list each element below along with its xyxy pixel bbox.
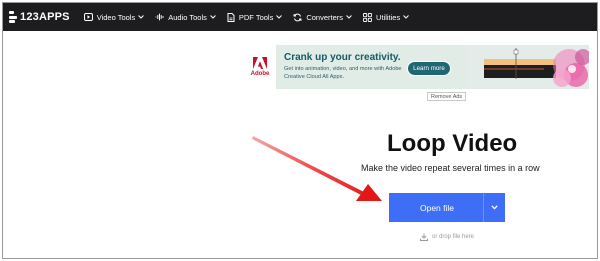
brand-name: 123APPS bbox=[20, 11, 70, 23]
chevron-down-icon bbox=[138, 15, 145, 19]
nav-item-label: PDF Tools bbox=[238, 12, 274, 22]
ad-headline: Crank up your creativity. bbox=[284, 52, 401, 63]
ad-learn-more-button[interactable]: Learn more bbox=[407, 61, 451, 76]
video-icon bbox=[83, 13, 93, 21]
open-file-options-toggle[interactable] bbox=[483, 193, 505, 222]
page-subtitle: Make the video repeat several times in a… bbox=[361, 163, 540, 173]
nav-item-label: Audio Tools bbox=[168, 12, 207, 22]
ad-artwork-image bbox=[466, 45, 589, 89]
nav-item-converters[interactable]: Converters bbox=[293, 13, 352, 22]
app-window: 123APPS Video Tools Audio Tools PDF Tool… bbox=[2, 2, 598, 259]
nav-item-label: Utilities bbox=[376, 12, 401, 22]
chevron-down-icon bbox=[210, 15, 216, 19]
chevron-down-icon bbox=[403, 15, 410, 19]
nav-item-label: Converters bbox=[306, 12, 344, 22]
utilities-icon bbox=[363, 12, 372, 22]
chevron-down-icon bbox=[491, 205, 498, 210]
nav-item-utilities[interactable]: Utilities bbox=[363, 12, 410, 22]
page-title: Loop Video bbox=[387, 130, 518, 157]
nav-item-video-tools[interactable]: Video Tools bbox=[83, 12, 145, 22]
pdf-icon bbox=[227, 12, 235, 22]
ad-banner[interactable]: Adobe Crank up your creativity. Get into… bbox=[244, 45, 589, 89]
drop-zone-hint[interactable]: or drop file here bbox=[420, 233, 474, 241]
audio-wave-icon bbox=[155, 13, 164, 21]
brand-logo[interactable]: 123APPS bbox=[9, 11, 70, 23]
top-navigation-bar: 123APPS Video Tools Audio Tools PDF Tool… bbox=[3, 3, 597, 31]
remove-ads-button[interactable]: Remove Ads bbox=[427, 92, 467, 101]
ad-brand-label: Adobe bbox=[250, 71, 270, 77]
convert-icon bbox=[293, 13, 302, 21]
chevron-down-icon bbox=[276, 15, 283, 19]
chevron-down-icon bbox=[346, 15, 352, 19]
open-file-button[interactable]: Open file bbox=[389, 193, 505, 222]
ad-body-text: Get into animation, video, and more with… bbox=[284, 66, 402, 80]
adobe-icon bbox=[253, 57, 267, 69]
nav-item-pdf-tools[interactable]: PDF Tools bbox=[227, 12, 283, 22]
nav-item-audio-tools[interactable]: Audio Tools bbox=[155, 13, 216, 22]
open-file-label: Open file bbox=[419, 202, 455, 213]
drop-hint-text: or drop file here bbox=[432, 234, 475, 240]
nav-item-label: Video Tools bbox=[96, 12, 136, 22]
download-icon bbox=[420, 233, 428, 241]
adobe-logo: Adobe bbox=[244, 45, 276, 89]
logo-icon bbox=[9, 11, 17, 23]
